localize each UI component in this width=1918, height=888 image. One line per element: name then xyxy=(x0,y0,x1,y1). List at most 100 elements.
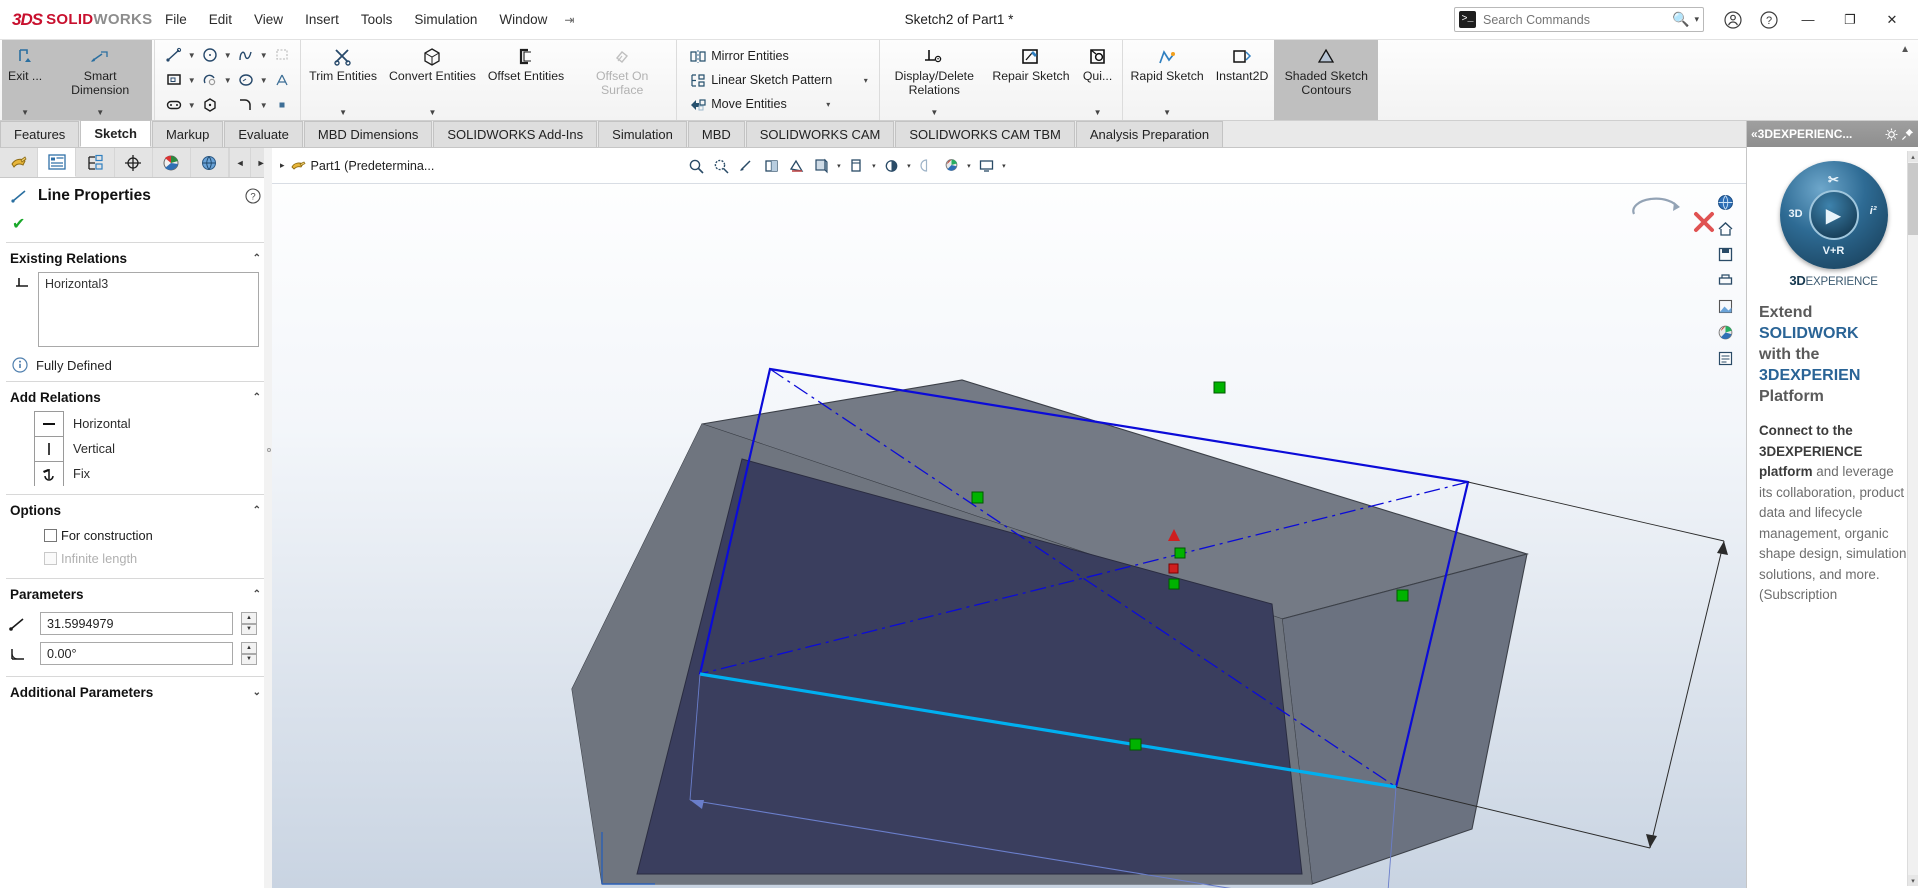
feature-manager-icon[interactable] xyxy=(0,148,39,177)
existing-relations-header[interactable]: Existing Relations ⌃ xyxy=(0,243,271,272)
display-viewport-caret-icon[interactable]: ▾ xyxy=(999,162,1008,170)
3dexperience-compass-icon[interactable]: ✂ 3D i² V+R ▶ xyxy=(1779,161,1888,269)
tab-simulation[interactable]: Simulation xyxy=(598,121,687,147)
ellipse-caret-icon[interactable]: ▼ xyxy=(258,76,269,85)
menu-insert[interactable]: Insert xyxy=(294,8,350,31)
point-icon[interactable] xyxy=(269,94,294,117)
horizontal-icon[interactable] xyxy=(34,411,64,436)
tab-markup[interactable]: Markup xyxy=(151,121,224,147)
display-delete-relations-button[interactable]: Display/Delete Relations ▼ xyxy=(882,40,986,120)
notes-icon[interactable] xyxy=(1713,346,1737,370)
rectangle-caret-icon[interactable]: ▼ xyxy=(186,76,197,85)
chevron-up-icon[interactable]: ⌃ xyxy=(253,589,261,600)
view-selector-icon[interactable] xyxy=(1626,188,1696,240)
display-style-caret-icon[interactable]: ▾ xyxy=(834,162,843,170)
for-construction-checkbox[interactable] xyxy=(44,529,57,542)
add-relation-fix[interactable]: Fix xyxy=(0,461,271,486)
length-stepper[interactable]: ▲ ▼ xyxy=(241,612,257,635)
ellipse-icon[interactable] xyxy=(233,69,258,92)
quick-snaps-caret-icon[interactable]: ▼ xyxy=(1094,108,1102,120)
move-entities-caret-icon[interactable]: ▾ xyxy=(823,100,834,109)
settings-gear-icon[interactable] xyxy=(1885,128,1898,141)
list-item[interactable]: Horizontal3 xyxy=(45,277,252,291)
quick-snaps-button[interactable]: Qui... ▼ xyxy=(1076,40,1120,120)
tab-nav-prev-icon[interactable]: ◄ xyxy=(229,148,251,177)
expand-icon[interactable]: ▸ xyxy=(280,160,285,171)
menu-view[interactable]: View xyxy=(243,8,294,31)
spline-icon[interactable] xyxy=(233,44,258,67)
angle-input[interactable]: 0.00° xyxy=(40,642,233,665)
account-icon[interactable] xyxy=(1716,5,1750,35)
convert-entities-caret-icon[interactable]: ▼ xyxy=(428,108,436,120)
search-dropdown-icon[interactable]: ▾ xyxy=(1692,14,1699,25)
menu-simulation[interactable]: Simulation xyxy=(403,8,488,31)
ribbon-collapse-icon[interactable]: ▲ xyxy=(1898,42,1912,57)
rapid-sketch-button[interactable]: Rapid Sketch ▼ xyxy=(1125,40,1210,120)
length-stepper-down[interactable]: ▼ xyxy=(241,623,257,635)
line-icon[interactable] xyxy=(161,44,186,67)
scene-icon[interactable] xyxy=(1713,320,1737,344)
save-view-icon[interactable] xyxy=(1713,242,1737,266)
zoom-to-area-icon[interactable] xyxy=(709,153,733,179)
restore-button[interactable]: ❐ xyxy=(1830,5,1870,35)
close-button[interactable]: ✕ xyxy=(1872,5,1912,35)
section-view-icon[interactable] xyxy=(759,153,783,179)
scroll-thumb[interactable] xyxy=(1908,163,1918,235)
scroll-down-icon[interactable]: ▾ xyxy=(1908,875,1918,886)
trim-entities-button[interactable]: Trim Entities ▼ xyxy=(303,40,383,120)
appearance-icon[interactable] xyxy=(1713,294,1737,318)
length-stepper-up[interactable]: ▲ xyxy=(241,612,257,624)
chevron-up-icon[interactable]: ⌃ xyxy=(253,253,261,264)
slot-straight-caret-icon[interactable]: ▼ xyxy=(186,101,197,110)
fillet-caret-icon[interactable]: ▼ xyxy=(258,101,269,110)
shaded-sketch-contours-button[interactable]: Shaded Sketch Contours xyxy=(1274,40,1379,120)
convert-entities-button[interactable]: Convert Entities ▼ xyxy=(383,40,482,120)
fillet-icon[interactable] xyxy=(233,94,258,117)
chevron-up-icon[interactable]: ⌃ xyxy=(253,392,261,403)
circle-caret-icon[interactable]: ▼ xyxy=(222,51,233,60)
view-orientation-icon[interactable] xyxy=(784,153,808,179)
rapid-sketch-caret-icon[interactable]: ▼ xyxy=(1163,108,1171,120)
parameters-header[interactable]: Parameters ⌃ xyxy=(0,579,271,608)
display-delete-relations-caret-icon[interactable]: ▼ xyxy=(930,108,938,120)
add-relations-header[interactable]: Add Relations ⌃ xyxy=(0,382,271,411)
search-input[interactable] xyxy=(1476,12,1670,27)
fix-anchor-icon[interactable] xyxy=(34,461,64,486)
accept-button[interactable]: ✔ xyxy=(0,212,271,242)
angle-stepper[interactable]: ▲ ▼ xyxy=(241,642,257,665)
model-viewport[interactable] xyxy=(272,184,1746,888)
smart-dimension-button[interactable]: Smart Dimension ▼ xyxy=(48,40,153,120)
menu-file[interactable]: File xyxy=(154,8,198,31)
tab-sketch[interactable]: Sketch xyxy=(80,120,151,147)
configuration-manager-icon[interactable] xyxy=(76,148,115,177)
tab-solidworks-cam[interactable]: SOLIDWORKS CAM xyxy=(745,121,895,147)
display-style-icon[interactable] xyxy=(809,153,833,179)
mirror-entities-item[interactable]: Mirror Entities xyxy=(685,44,871,68)
vertical-icon[interactable] xyxy=(34,436,64,461)
rectangle-icon[interactable] xyxy=(161,69,186,92)
add-relation-horizontal[interactable]: Horizontal xyxy=(0,411,271,436)
smart-dimension-caret-icon[interactable]: ▼ xyxy=(96,108,104,120)
slot-caret-icon[interactable]: ▼ xyxy=(222,76,233,85)
polygon-icon[interactable] xyxy=(197,94,222,117)
chevron-up-icon[interactable]: ⌃ xyxy=(253,505,261,516)
hide-show-caret-icon[interactable]: ▾ xyxy=(869,162,878,170)
existing-relations-list[interactable]: Horizontal3 xyxy=(38,272,259,347)
tab-mbd-dimensions[interactable]: MBD Dimensions xyxy=(303,121,433,147)
linear-sketch-pattern-item[interactable]: Linear Sketch Pattern ▾ xyxy=(685,68,871,92)
additional-parameters-header[interactable]: Additional Parameters ⌄ xyxy=(0,677,271,706)
flyout-feature-tree[interactable]: ▸ Part1 (Predetermina... xyxy=(272,159,434,173)
hide-show-icon[interactable] xyxy=(844,153,868,179)
edit-appearance-caret-icon[interactable]: ▾ xyxy=(904,162,913,170)
search-commands-box[interactable]: >_ 🔍 ▾ xyxy=(1454,7,1704,32)
move-entities-item[interactable]: Move Entities ▾ xyxy=(685,92,871,116)
menu-pin-icon[interactable]: ⇥ xyxy=(558,10,580,30)
circle-icon[interactable] xyxy=(197,44,222,67)
display-manager-icon[interactable] xyxy=(152,148,191,177)
pin-icon[interactable] xyxy=(1901,128,1914,141)
spline-caret-icon[interactable]: ▼ xyxy=(258,51,269,60)
splitter-handle[interactable] xyxy=(267,448,271,452)
add-relation-vertical[interactable]: Vertical xyxy=(0,436,271,461)
view-settings-icon[interactable] xyxy=(939,153,963,179)
tab-analysis-preparation[interactable]: Analysis Preparation xyxy=(1075,121,1224,147)
